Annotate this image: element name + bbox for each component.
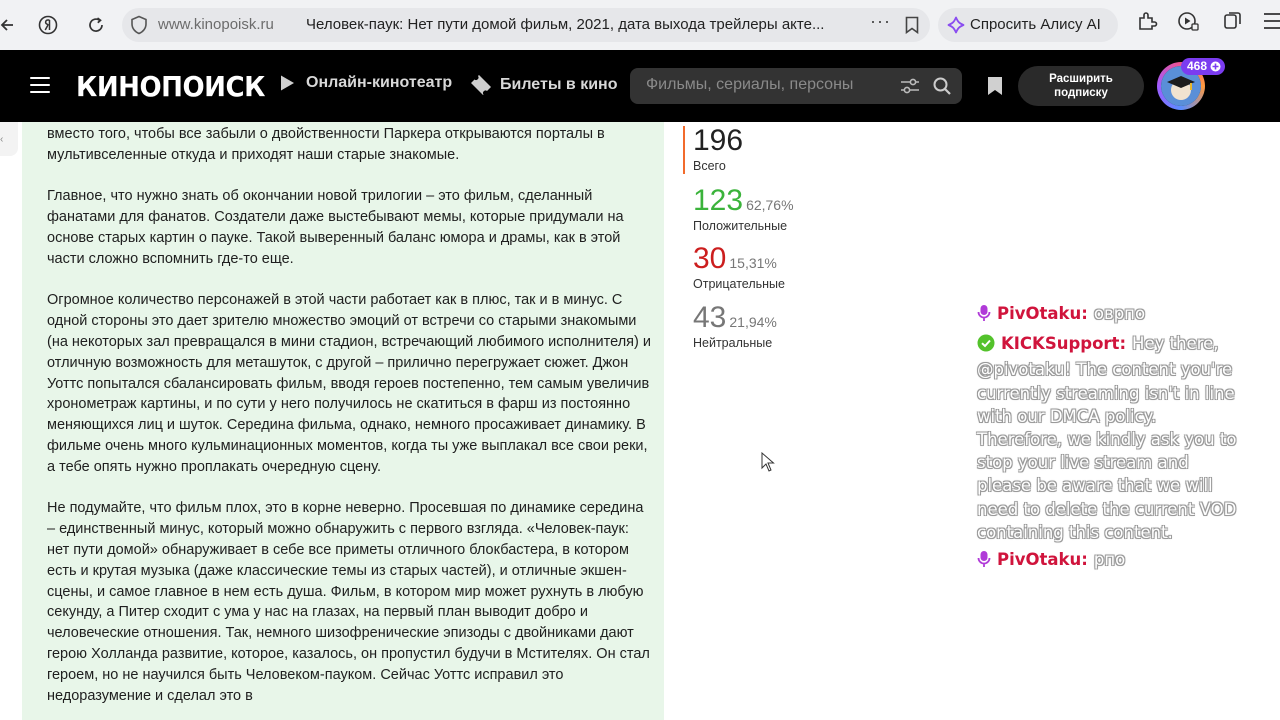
bookmark-icon[interactable] <box>986 76 1004 101</box>
page-tab-title: Человек-паук: Нет пути домой фильм, 2021… <box>306 16 825 33</box>
chat-message: PivOtaku: оврпо <box>977 302 1237 328</box>
collections-icon[interactable] <box>1222 10 1244 37</box>
review-paragraph: Не подумайте, что фильм плох, это в корн… <box>47 500 650 704</box>
stat-positive-label: Положительные <box>693 219 788 233</box>
nav-tickets[interactable]: Билеты в кино <box>470 74 617 96</box>
stat-negative-percent: 15,31% <box>729 255 777 271</box>
nav-online-cinema[interactable]: Онлайн-кинотеатр <box>278 74 452 92</box>
stat-positive-percent: 62,76% <box>746 197 794 213</box>
review-paragraph: вместо того, чтобы все забыли о двойстве… <box>47 126 605 163</box>
plus-coin-icon <box>1210 61 1221 72</box>
review-paragraph: Огромное количество персонажей в этой ча… <box>47 292 651 475</box>
stream-chat-overlay: PivOtaku: оврпо KICKSupport: Hey there, @p… <box>977 302 1237 578</box>
page-content: ‹ вместо того, чтобы все забыли о двойст… <box>0 122 1280 720</box>
kinopoisk-logo[interactable]: КИНОПОИСК <box>76 70 265 103</box>
chat-text: Hey there, @pivotaku! The content you're… <box>977 334 1237 542</box>
chevron-left-icon: ‹ <box>0 134 4 145</box>
total-indicator-bar <box>683 126 685 174</box>
subscribe-label-line2: подписку <box>1054 87 1108 99</box>
nav-online-label: Онлайн-кинотеатр <box>306 74 453 91</box>
stat-negative[interactable]: 30 15,31% Отрицательные <box>693 242 785 292</box>
reload-icon[interactable] <box>78 7 114 43</box>
search-icon[interactable] <box>932 76 952 101</box>
stat-neutral-value: 43 <box>693 301 727 334</box>
stat-neutral[interactable]: 43 21,94% Нейтральные <box>693 301 777 351</box>
nav-tickets-label: Билеты в кино <box>500 76 618 93</box>
chat-message: PivOtaku: рпо <box>977 548 1237 574</box>
collapse-tab[interactable]: ‹ <box>0 122 18 156</box>
chat-separator: : <box>1081 304 1088 323</box>
stat-negative-label: Отрицательные <box>693 277 785 291</box>
review-paragraph: Главное, что нужно знать об окончании но… <box>47 188 624 267</box>
address-bar[interactable]: www.kinopoisk.ru Человек-паук: Нет пути … <box>122 8 930 42</box>
stat-negative-value: 30 <box>693 242 727 275</box>
chat-username: KICKSupport <box>1001 334 1120 354</box>
stat-total[interactable]: 196 Всего <box>693 124 744 174</box>
search-box <box>630 68 962 104</box>
site-header: КИНОПОИСК Онлайн-кинотеатр Билеты в кино… <box>0 50 1280 122</box>
chat-text: рпо <box>1093 550 1126 570</box>
stat-total-value: 196 <box>693 124 744 157</box>
chat-separator: : <box>1081 550 1088 570</box>
shield-icon[interactable] <box>130 15 148 40</box>
subscribe-label-line1: Расширить <box>1049 73 1113 85</box>
play-icon <box>281 75 294 91</box>
review-text: вместо того, чтобы все забыли о двойстве… <box>47 124 652 720</box>
avatar-points-badge: 468 <box>1181 58 1226 75</box>
microphone-icon <box>977 550 991 574</box>
search-input[interactable] <box>646 76 876 94</box>
verified-badge-icon <box>977 334 995 358</box>
stat-total-label: Всего <box>693 159 726 173</box>
alice-icon <box>947 16 965 39</box>
stat-positive-value: 123 <box>693 184 744 217</box>
bookmark-icon[interactable] <box>904 16 920 39</box>
browser-toolbar: www.kinopoisk.ru Человек-паук: Нет пути … <box>0 0 1280 50</box>
chat-username: PivOtaku <box>997 304 1082 323</box>
more-icon[interactable]: ··· <box>870 11 891 32</box>
filter-sliders-icon[interactable] <box>900 77 920 100</box>
stat-positive[interactable]: 123 62,76% Положительные <box>693 184 794 234</box>
address-domain: www.kinopoisk.ru <box>158 16 274 33</box>
mouse-cursor-icon <box>761 451 775 477</box>
review-card: вместо того, чтобы все забыли о двойстве… <box>22 122 664 720</box>
upgrade-subscription-button[interactable]: Расширить подписку <box>1018 66 1144 106</box>
stat-neutral-percent: 21,94% <box>729 314 777 330</box>
ask-alice-label: Спросить Алису AI <box>970 16 1101 33</box>
chat-username: PivOtaku <box>997 550 1082 570</box>
microphone-icon <box>977 304 991 328</box>
avatar-points-value: 468 <box>1187 59 1208 73</box>
extensions-icon[interactable] <box>1136 10 1158 37</box>
chat-separator: : <box>1119 334 1127 354</box>
chat-text: оврпо <box>1093 304 1146 323</box>
hamburger-menu-icon[interactable] <box>30 77 50 98</box>
stat-neutral-label: Нейтральные <box>693 336 773 350</box>
menu-icon[interactable] <box>1262 8 1280 39</box>
ask-alice-button[interactable]: Спросить Алису AI <box>938 8 1118 42</box>
ticket-icon <box>471 75 491 95</box>
yandex-icon[interactable] <box>30 7 66 43</box>
chat-message: KICKSupport: Hey there, @pivotaku! The co… <box>977 332 1237 544</box>
media-player-icon[interactable] <box>1177 10 1199 37</box>
back-icon[interactable] <box>0 7 16 43</box>
